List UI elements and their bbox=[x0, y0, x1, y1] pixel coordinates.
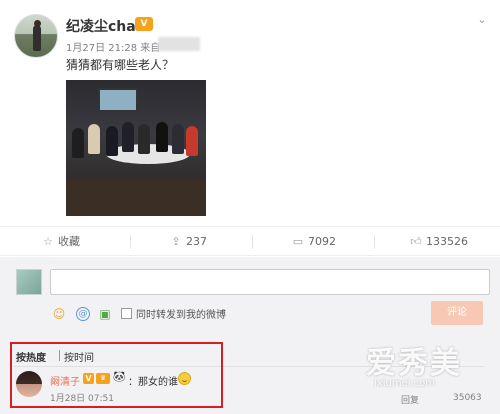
image-icon[interactable]: ▣ bbox=[98, 307, 112, 321]
like-button[interactable]: 👍︎ 133526 bbox=[410, 227, 468, 257]
repost-count: 237 bbox=[186, 235, 207, 248]
like-count: 133526 bbox=[426, 235, 468, 248]
forward-label: 同时转发到我的微博 bbox=[136, 310, 226, 321]
star-icon: ☆ bbox=[43, 235, 53, 248]
comment-button[interactable]: ▭ 7092 bbox=[292, 227, 336, 257]
comment-icon: ▭ bbox=[292, 235, 304, 248]
poster-avatar[interactable] bbox=[14, 14, 58, 58]
post-stats-bar: ☆ 收藏 ⇪ 237 ▭ 7092 👍︎ 133526 bbox=[0, 226, 500, 256]
favorite-label: 收藏 bbox=[58, 235, 80, 248]
submit-comment-button[interactable]: 评论 bbox=[431, 301, 483, 325]
post-photo[interactable] bbox=[66, 80, 206, 216]
favorite-button[interactable]: ☆ 收藏 bbox=[42, 227, 80, 257]
poster-username[interactable]: 纪凌尘chan bbox=[66, 16, 146, 36]
comment-input[interactable] bbox=[50, 269, 490, 295]
repost-icon: ⇪ bbox=[171, 235, 181, 248]
post-text: 猜猜都有哪些老人？ bbox=[66, 58, 175, 72]
watermark-title: 爱秀美 bbox=[366, 346, 462, 381]
thumbs-up-icon: 👍︎ bbox=[410, 235, 422, 248]
red-highlight-box bbox=[10, 342, 223, 408]
comment-panel: ☺ @ ▣ 同时转发到我的微博 评论 按热度 按时间 阚清子 V ♛ 🐼︎ ：那… bbox=[0, 257, 500, 414]
post-source-blurred bbox=[158, 37, 200, 51]
mention-icon[interactable]: @ bbox=[76, 307, 90, 321]
repost-button[interactable]: ⇪ 237 bbox=[170, 227, 207, 257]
stats-divider bbox=[130, 235, 131, 249]
reply-link[interactable]: 回复 bbox=[401, 393, 419, 406]
comment-count: 7092 bbox=[308, 235, 336, 248]
stats-divider bbox=[374, 235, 375, 249]
forward-checkbox[interactable] bbox=[121, 308, 132, 319]
chevron-down-icon[interactable]: ⌄ bbox=[476, 14, 488, 26]
current-user-avatar bbox=[16, 269, 42, 295]
emoji-icon[interactable]: ☺ bbox=[52, 307, 66, 321]
stats-divider bbox=[252, 235, 253, 249]
weibo-post: 纪凌尘chan V 1月27日 21:28 来自 ⌄ 猜猜都有哪些老人？ bbox=[0, 0, 500, 226]
post-meta: 1月27日 21:28 来自 bbox=[66, 43, 161, 54]
watermark-url: ixiumei.com bbox=[374, 378, 436, 389]
vip-badge-icon: V bbox=[135, 17, 153, 31]
comment-like-count[interactable]: 35063 bbox=[453, 393, 482, 403]
